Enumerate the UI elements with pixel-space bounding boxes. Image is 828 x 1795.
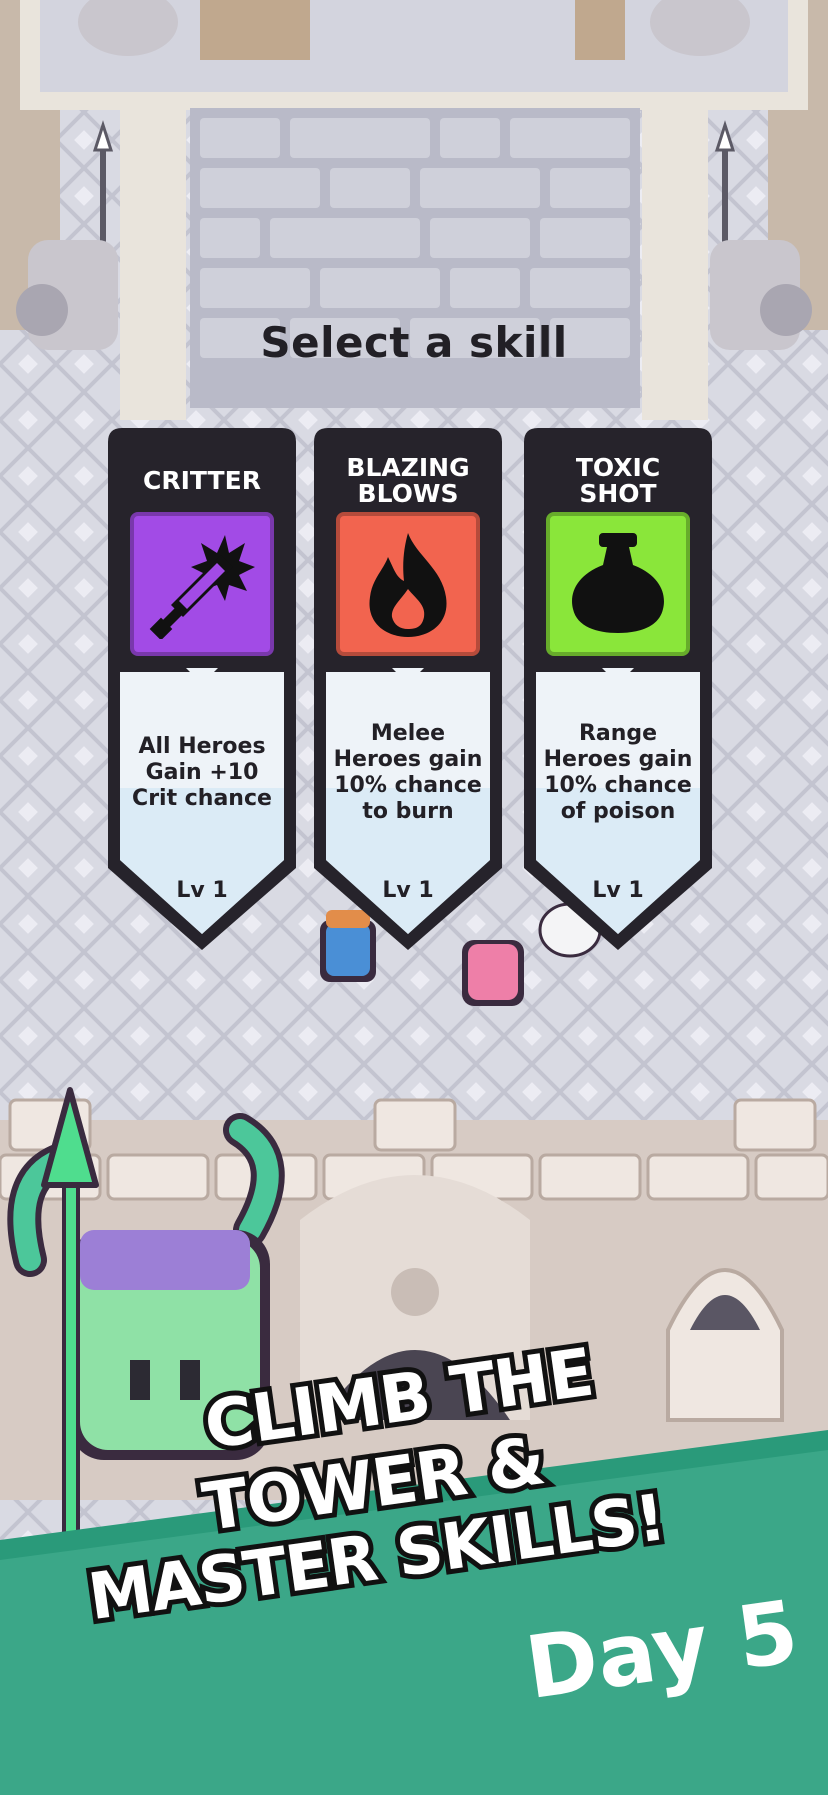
sword-icon — [149, 535, 255, 639]
card-icon-box — [336, 512, 480, 656]
card-title: BLAZING BLOWS — [346, 453, 470, 508]
skill-card-blazing-blows[interactable]: BLAZING BLOWS Melee Heroes gain 10% chan… — [314, 428, 502, 950]
card-level: Lv 1 — [176, 878, 228, 903]
card-description: All Heroes Gain +10 Crit chance — [132, 734, 272, 811]
potion-icon — [572, 533, 664, 633]
card-level: Lv 1 — [592, 878, 644, 903]
flame-icon — [369, 533, 447, 637]
card-description: Range Heroes gain 10% chance of poison — [543, 721, 693, 824]
card-description: Melee Heroes gain 10% chance to burn — [333, 721, 483, 824]
card-icon-box — [130, 512, 274, 656]
card-level: Lv 1 — [382, 878, 434, 903]
card-title: TOXIC SHOT — [575, 453, 661, 508]
card-title: CRITTER — [143, 466, 261, 495]
page-title: Select a skill — [260, 318, 568, 367]
skill-card-toxic-shot[interactable]: TOXIC SHOT Range Heroes gain 10% chance … — [524, 428, 712, 950]
skill-card-critter[interactable]: CRITTER All Heroes Gain +10 Crit chance … — [108, 428, 296, 950]
card-icon-box — [546, 512, 690, 656]
